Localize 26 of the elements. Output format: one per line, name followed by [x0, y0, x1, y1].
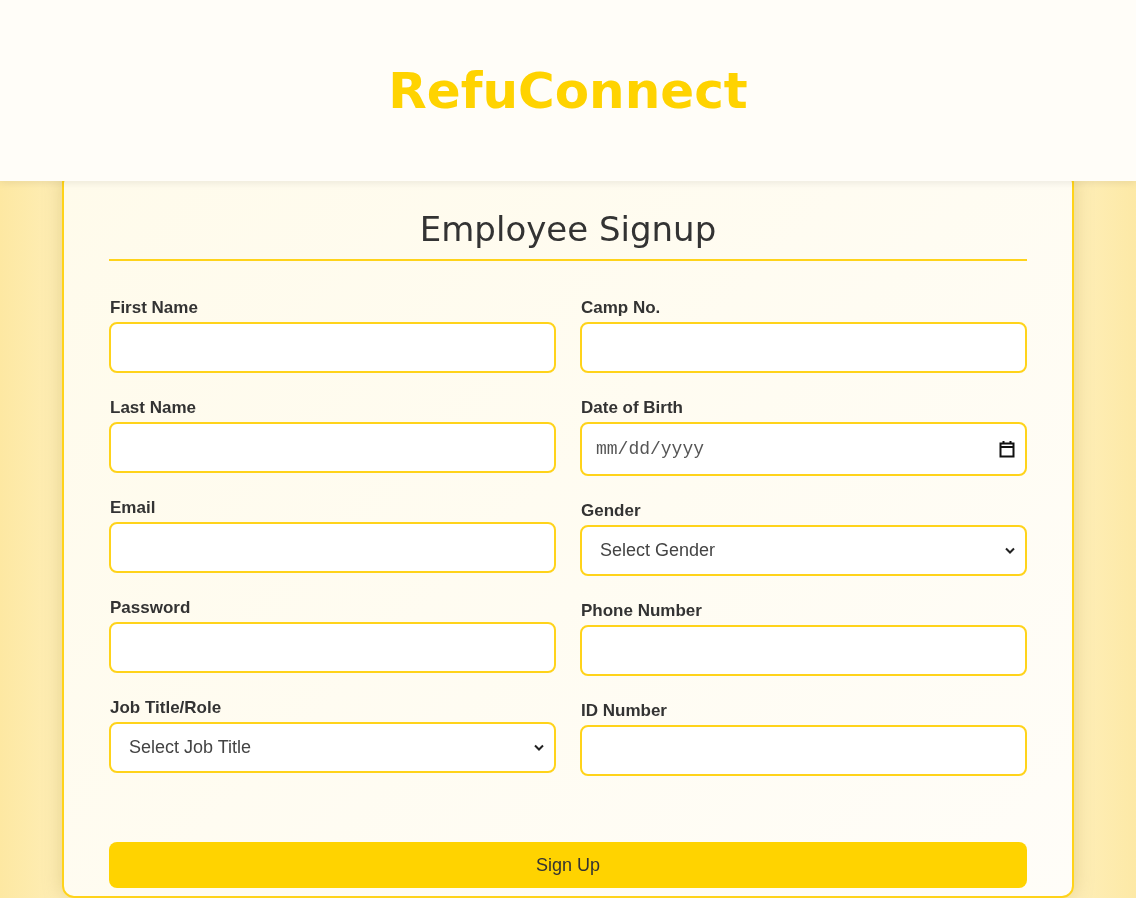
- text-input[interactable]: [580, 725, 1027, 776]
- select-dropdown[interactable]: Select Job Title: [109, 722, 556, 773]
- chevron-down-icon: [534, 744, 544, 751]
- field-label: Email: [110, 497, 157, 519]
- select-dropdown[interactable]: Select Gender: [580, 525, 1027, 576]
- text-input[interactable]: [109, 522, 556, 573]
- text-input[interactable]: [109, 622, 556, 673]
- field-label: Camp No.: [581, 297, 662, 319]
- date-input[interactable]: mm/dd/yyyy: [580, 422, 1027, 476]
- calendar-icon[interactable]: [999, 440, 1015, 458]
- text-input[interactable]: [109, 422, 556, 473]
- text-input[interactable]: [109, 322, 556, 373]
- field-label: First Name: [110, 297, 199, 319]
- chevron-down-icon: [1005, 547, 1015, 554]
- field-label: Password: [110, 597, 192, 619]
- field-label: Job Title/Role: [110, 697, 223, 719]
- site-title: RefuConnect: [388, 61, 748, 120]
- field-label: Gender: [581, 500, 642, 522]
- field-label: Phone Number: [581, 600, 703, 622]
- text-input[interactable]: [580, 322, 1027, 373]
- sign-up-button[interactable]: Sign Up: [109, 842, 1027, 888]
- field-label: Date of Birth: [581, 397, 684, 419]
- field-label: Last Name: [110, 397, 197, 419]
- text-input[interactable]: [580, 625, 1027, 676]
- field-label: ID Number: [581, 700, 668, 722]
- form-title: Employee Signup: [109, 209, 1027, 261]
